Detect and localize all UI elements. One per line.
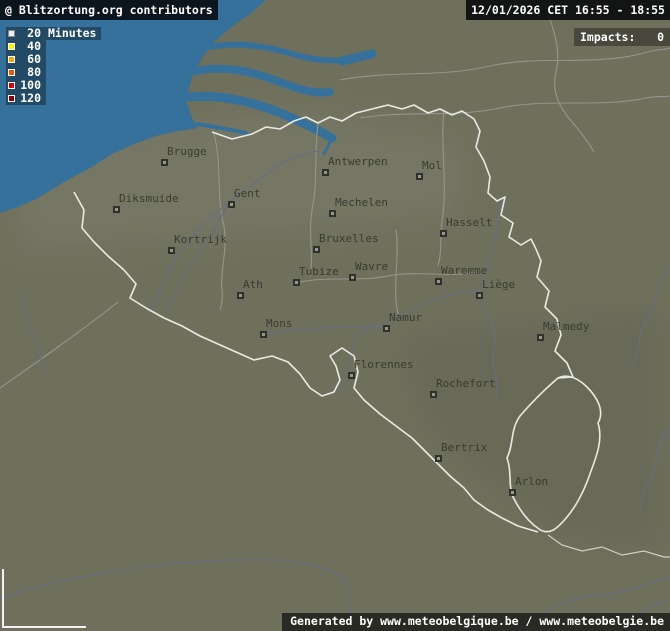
city-label-brugge: Brugge <box>167 146 207 158</box>
city-label-bertrix: Bertrix <box>441 442 487 454</box>
city-marker-mechelen <box>329 210 336 217</box>
city-marker-antwerpen <box>322 169 329 176</box>
legend-swatch-icon <box>8 82 15 89</box>
city-marker-liege <box>476 292 483 299</box>
city-label-waremme: Waremme <box>441 265 487 277</box>
city-marker-wavre <box>349 274 356 281</box>
legend-swatch-icon <box>8 30 15 37</box>
city-label-liege: Liège <box>482 279 515 291</box>
city-label-ath: Ath <box>243 279 263 291</box>
city-label-tubize: Tubize <box>299 266 339 278</box>
time-range-text: 12/01/2026 CET 16:55 - 18:55 <box>466 0 670 20</box>
attribution-text: @ Blitzortung.org contributors <box>0 0 218 20</box>
city-marker-malmedy <box>537 334 544 341</box>
city-marker-arlon <box>509 489 516 496</box>
legend-unit-label: Minutes <box>48 27 96 40</box>
legend-swatch-icon <box>8 95 15 102</box>
legend: 20Minutes406080100120 <box>6 27 101 105</box>
city-label-namur: Namur <box>389 312 422 324</box>
scale-bar <box>3 569 86 627</box>
city-marker-mons <box>260 331 267 338</box>
city-label-mechelen: Mechelen <box>335 197 388 209</box>
city-marker-kortrijk <box>168 247 175 254</box>
city-marker-brugge <box>161 159 168 166</box>
city-marker-diksmuide <box>113 206 120 213</box>
city-label-mol: Mol <box>422 160 442 172</box>
city-label-gent: Gent <box>234 188 261 200</box>
city-label-diksmuide: Diksmuide <box>119 193 179 205</box>
city-marker-ath <box>237 292 244 299</box>
city-label-hasselt: Hasselt <box>446 217 492 229</box>
city-label-kortrijk: Kortrijk <box>174 234 227 246</box>
city-label-wavre: Wavre <box>355 261 388 273</box>
city-marker-bertrix <box>435 455 442 462</box>
city-marker-rochefort <box>430 391 437 398</box>
lightning-map-screen: Brugge Diksmuide Gent Kortrijk Antwerpen Mech… <box>0 0 670 631</box>
city-marker-tubize <box>293 279 300 286</box>
legend-swatch-icon <box>8 56 15 63</box>
city-marker-waremme <box>435 278 442 285</box>
footer-credit: Generated by www.meteobelgique.be / www.… <box>282 613 670 631</box>
city-label-bruxelles: Bruxelles <box>319 233 379 245</box>
city-label-arlon: Arlon <box>515 476 548 488</box>
legend-minutes: 120 <box>20 92 41 105</box>
city-label-rochefort: Rochefort <box>436 378 496 390</box>
city-marker-hasselt <box>440 230 447 237</box>
city-label-antwerpen: Antwerpen <box>328 156 388 168</box>
city-marker-bruxelles <box>313 246 320 253</box>
legend-swatch-icon <box>8 69 15 76</box>
impacts-value: 0 <box>657 30 664 44</box>
city-marker-gent <box>228 201 235 208</box>
city-marker-mol <box>416 173 423 180</box>
legend-row: 120 <box>6 92 46 105</box>
legend-row: 20Minutes <box>6 27 101 40</box>
ardennes-shade <box>400 310 660 550</box>
city-label-malmedy: Malmedy <box>543 321 589 333</box>
legend-swatch-icon <box>8 43 15 50</box>
city-marker-florennes <box>348 372 355 379</box>
impacts-label: Impacts: <box>580 30 635 44</box>
city-label-mons: Mons <box>266 318 293 330</box>
city-marker-namur <box>383 325 390 332</box>
impacts-counter: Impacts: 0 <box>574 28 670 46</box>
city-label-florennes: Florennes <box>354 359 414 371</box>
